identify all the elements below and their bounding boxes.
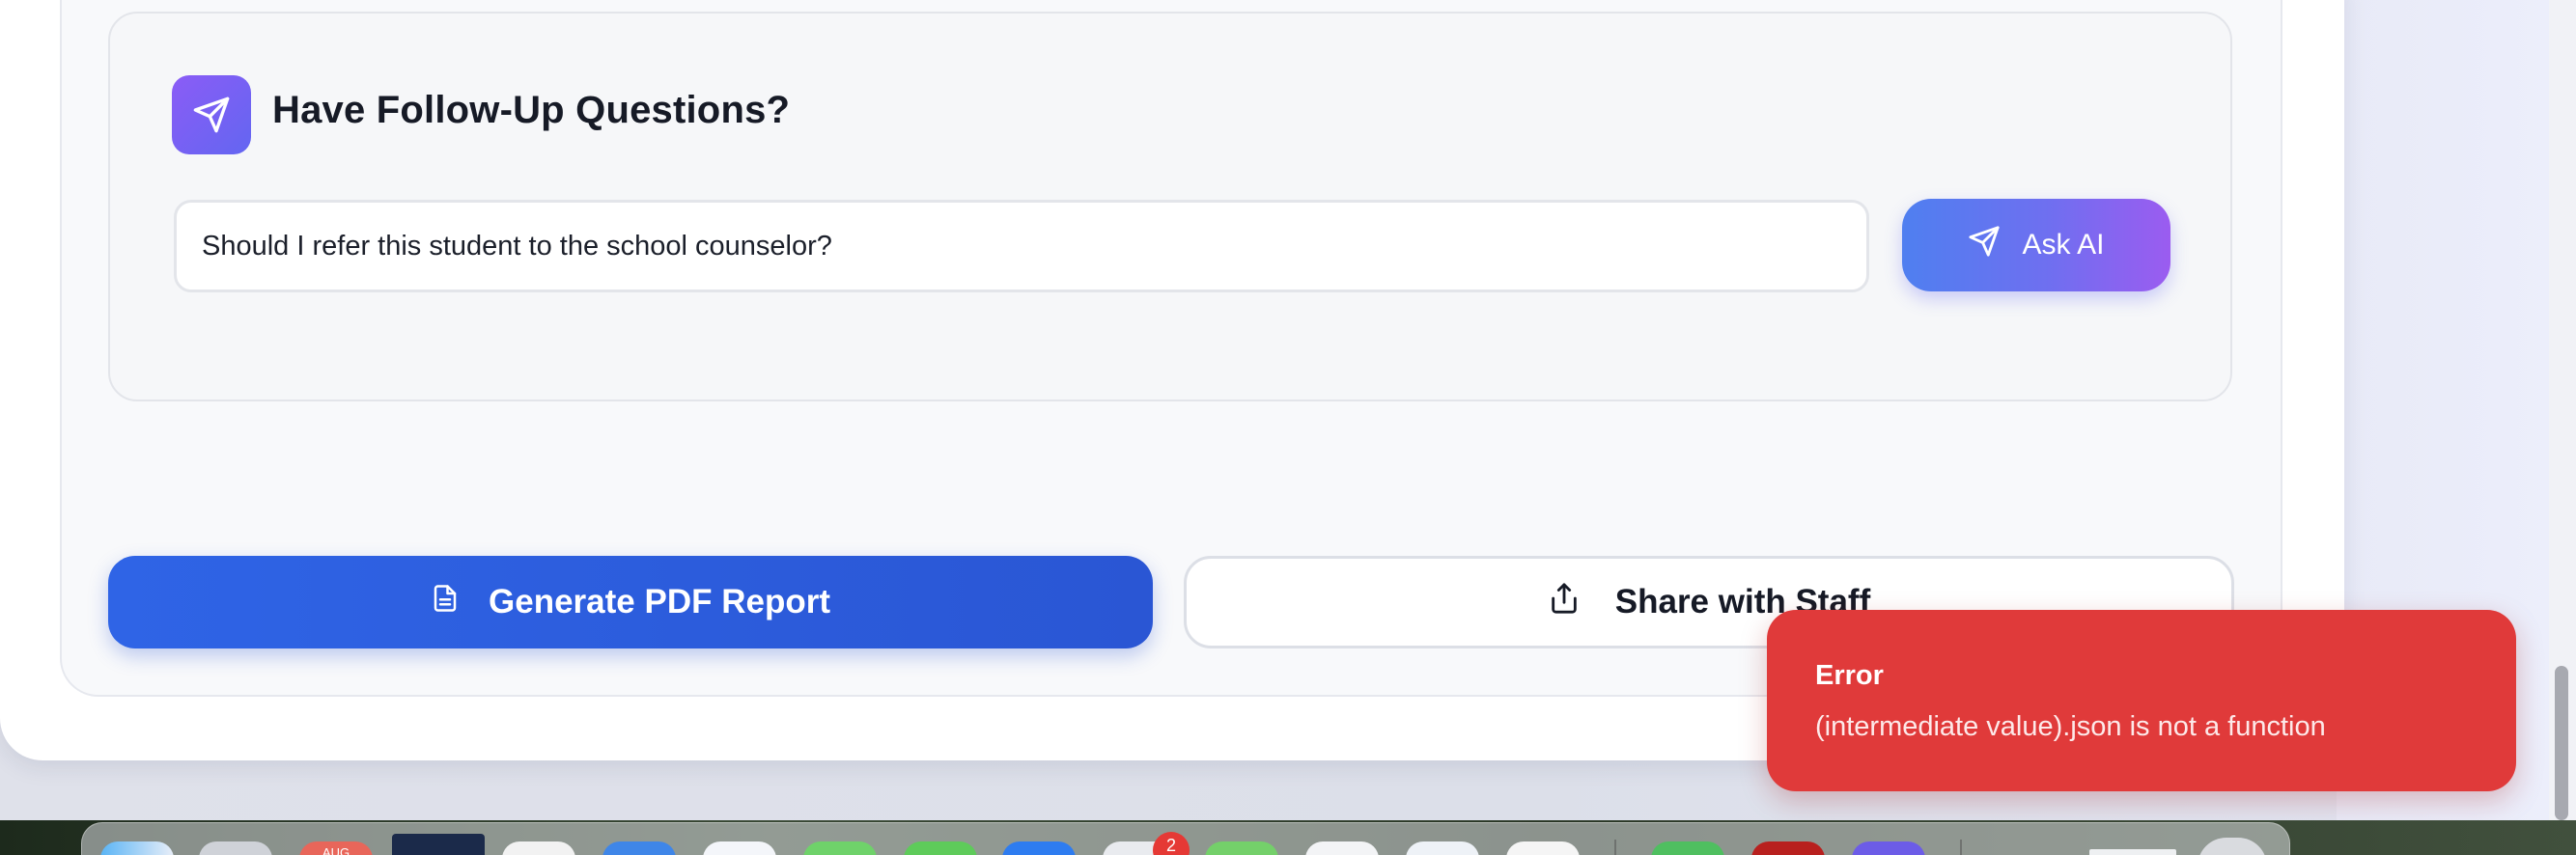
finder-icon[interactable] bbox=[100, 841, 174, 855]
share-icon bbox=[1548, 581, 1581, 624]
document-icon bbox=[431, 582, 460, 623]
error-toast[interactable]: Error (intermediate value).json is not a… bbox=[1767, 610, 2516, 791]
facetime-icon[interactable] bbox=[904, 841, 977, 855]
calendar-month: AUG bbox=[322, 845, 350, 855]
launchpad-icon[interactable] bbox=[199, 841, 272, 855]
toast-message: (intermediate value).json is not a funct… bbox=[1815, 711, 2326, 742]
terminal-icon[interactable] bbox=[1651, 841, 1724, 855]
reminders-icon[interactable] bbox=[1506, 841, 1580, 855]
dock-separator bbox=[1614, 840, 1616, 855]
acrobat-icon[interactable] bbox=[1751, 841, 1825, 855]
downloads-stack-icon[interactable] bbox=[2089, 849, 2176, 855]
safari-icon[interactable] bbox=[1406, 841, 1479, 855]
ask-ai-button[interactable]: Ask AI bbox=[1902, 199, 2170, 291]
generate-pdf-label: Generate PDF Report bbox=[489, 583, 830, 621]
toast-title: Error bbox=[1815, 660, 1884, 691]
music-icon[interactable] bbox=[1305, 841, 1379, 855]
generate-pdf-button[interactable]: Generate PDF Report bbox=[108, 556, 1153, 648]
send-icon bbox=[172, 75, 251, 154]
scrollbar-thumb[interactable] bbox=[2555, 666, 2568, 820]
maps-icon[interactable] bbox=[1205, 841, 1278, 855]
ask-ai-label: Ask AI bbox=[2022, 229, 2105, 261]
mail-icon[interactable] bbox=[602, 841, 676, 855]
teams-icon[interactable] bbox=[1852, 841, 1925, 855]
calendar-icon[interactable]: AUG bbox=[299, 841, 373, 855]
messages-icon[interactable] bbox=[803, 841, 877, 855]
wallpaper-thumbnail-icon[interactable] bbox=[392, 834, 485, 855]
chrome-icon[interactable] bbox=[703, 841, 776, 855]
app-store-icon[interactable] bbox=[1002, 841, 1076, 855]
notes-icon[interactable] bbox=[502, 841, 575, 855]
screen: Have Follow-Up Questions? Ask AI Generat… bbox=[0, 0, 2576, 855]
send-icon bbox=[1968, 225, 2001, 265]
followup-question-input[interactable] bbox=[174, 200, 1869, 292]
followup-title: Have Follow-Up Questions? bbox=[272, 89, 791, 131]
dock-separator bbox=[1960, 840, 1962, 855]
